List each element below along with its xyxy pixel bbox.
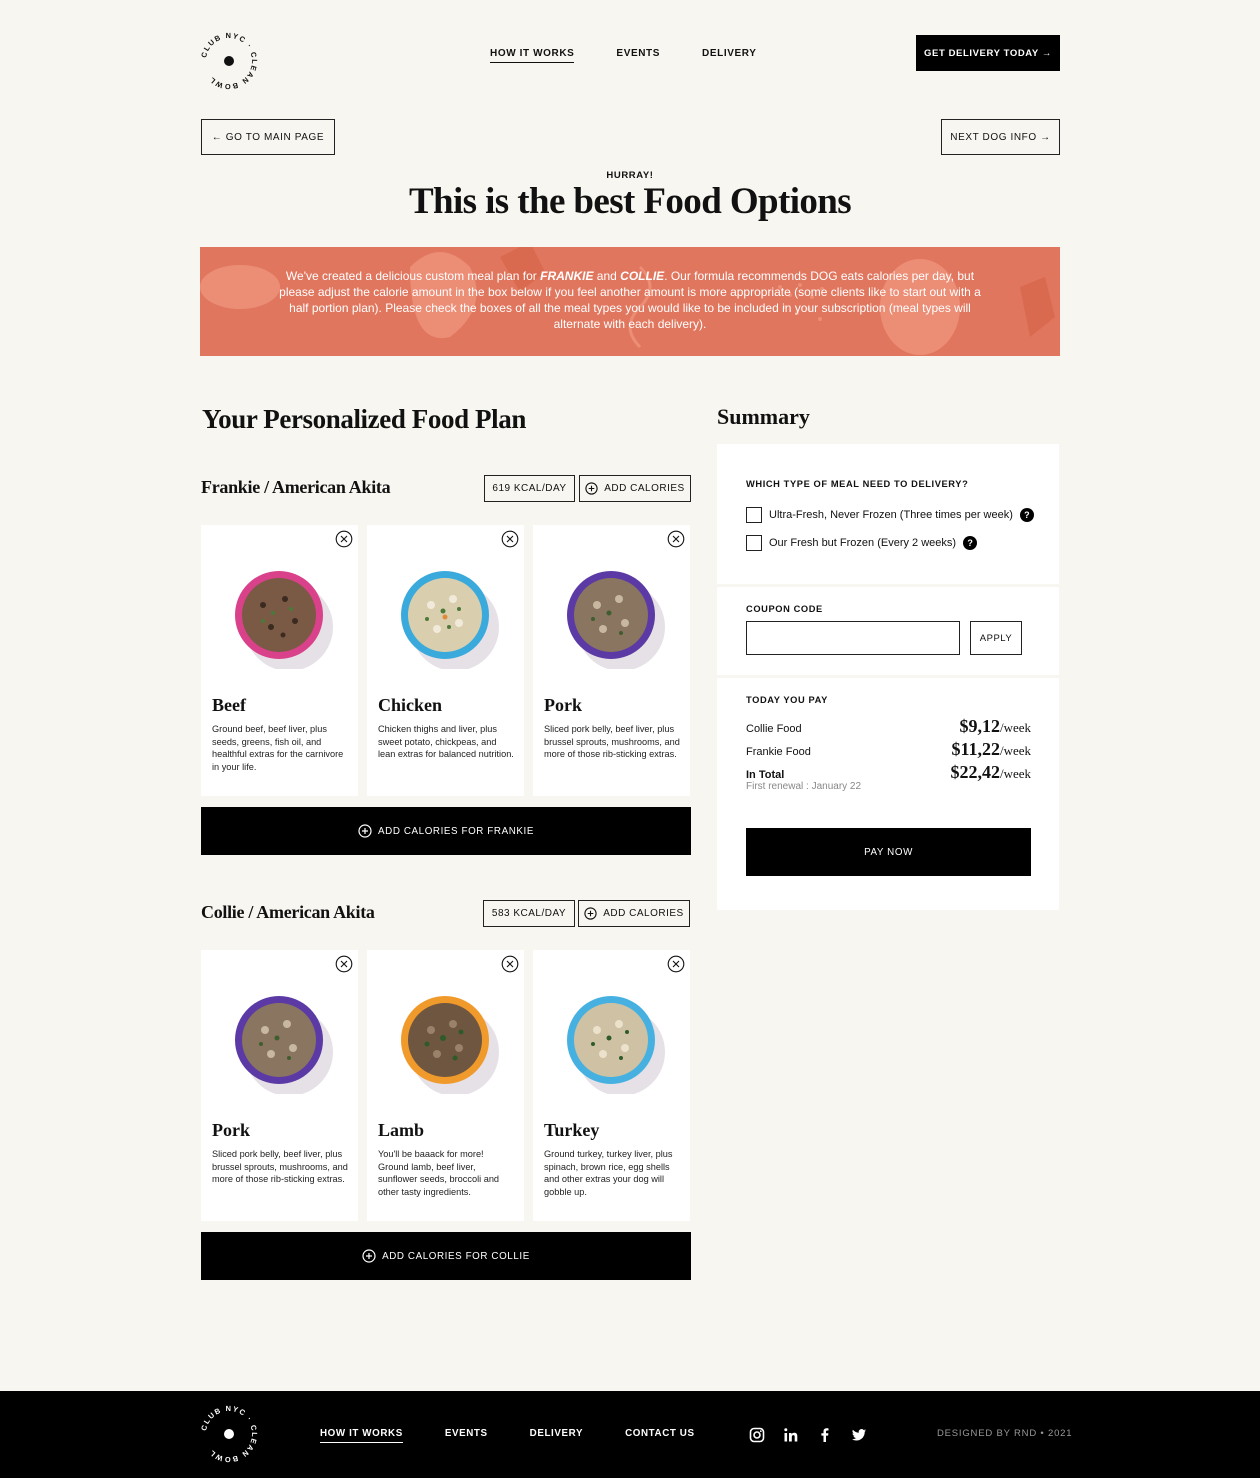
summary-title: Summary — [717, 404, 810, 429]
turkey-bowl-image — [567, 996, 665, 1094]
meal-description: You'll be baaack for more! Ground lamb, … — [378, 1149, 500, 1197]
social-links — [748, 1426, 868, 1444]
nav-delivery[interactable]: DELIVERY — [702, 48, 756, 63]
lamb-bowl-image — [401, 996, 499, 1094]
chicken-bowl-image — [401, 571, 499, 669]
meal-card[interactable]: Lamb You'll be baaack for more! Ground l… — [367, 950, 524, 1221]
footer-nav-how-it-works[interactable]: HOW IT WORKS — [320, 1428, 403, 1443]
close-icon[interactable] — [667, 530, 685, 548]
option-label: Our Fresh but Frozen (Every 2 weeks) — [769, 537, 957, 549]
meal-description: Sliced pork belly, beef liver, plus brus… — [544, 724, 680, 760]
instagram-icon[interactable] — [748, 1426, 766, 1444]
pork-bowl-image — [567, 571, 665, 669]
add-calories-collie-button[interactable]: ADD CALORIES FOR COLLIE — [201, 1232, 691, 1280]
footer-nav-contact[interactable]: CONTACT US — [625, 1428, 695, 1443]
meal-name: Pork — [544, 695, 582, 715]
price-label: Frankie Food — [746, 746, 811, 758]
logo[interactable]: CLUB NYC · CLEAN BOWL — [198, 30, 260, 92]
footer: CLUB NYC · CLEAN BOWL HOW IT WORKS EVENT… — [0, 1391, 1260, 1478]
get-delivery-button[interactable]: GET DELIVERY TODAY → — [916, 35, 1060, 71]
price-label: Collie Food — [746, 723, 802, 735]
meal-description: Ground turkey, turkey liver, plus spinac… — [544, 1149, 673, 1197]
close-icon[interactable] — [501, 955, 519, 973]
close-icon[interactable] — [667, 955, 685, 973]
meal-description: Sliced pork belly, beef liver, plus brus… — [212, 1149, 348, 1185]
plus-circle-icon — [584, 907, 597, 920]
beef-bowl-image — [235, 571, 333, 669]
meal-card[interactable]: Beef Ground beef, beef liver, plus seeds… — [201, 525, 358, 796]
plus-circle-icon — [362, 1249, 376, 1263]
price-row-frankie: Frankie Food $11,22/week — [746, 739, 1031, 760]
close-icon[interactable] — [335, 530, 353, 548]
next-dog-info-button[interactable]: NEXT DOG INFO → — [941, 119, 1060, 155]
price-value: $22,42/week — [950, 762, 1031, 782]
add-calories-frankie-button[interactable]: ADD CALORIES FOR FRANKIE — [201, 807, 691, 855]
nav-how-it-works[interactable]: HOW IT WORKS — [490, 48, 575, 63]
divider — [717, 675, 1059, 678]
meal-option-ultra-fresh[interactable]: Ultra-Fresh, Never Frozen (Three times p… — [746, 507, 1034, 523]
divider — [717, 584, 1059, 587]
nav-events[interactable]: EVENTS — [616, 48, 660, 63]
dog-name-collie: COLLIE — [620, 269, 665, 283]
checkbox[interactable] — [746, 507, 762, 523]
food-plan-title: Your Personalized Food Plan — [202, 404, 526, 434]
checkbox[interactable] — [746, 535, 762, 551]
info-banner: We've created a delicious custom meal pl… — [200, 247, 1060, 356]
banner-text: We've created a delicious custom meal pl… — [279, 269, 981, 331]
meal-name: Beef — [212, 695, 246, 715]
dog-heading: Frankie / American Akita — [201, 477, 391, 497]
add-calories-button[interactable]: ADD CALORIES — [578, 900, 690, 927]
meal-card[interactable]: Pork Sliced pork belly, beef liver, plus… — [533, 525, 690, 796]
meal-name: Turkey — [544, 1120, 600, 1140]
top-nav: HOW IT WORKS EVENTS DELIVERY — [490, 48, 757, 63]
credit-text: DESIGNED BY RND • 2021 — [937, 1428, 1073, 1439]
close-icon[interactable] — [335, 955, 353, 973]
coupon-label: COUPON CODE — [746, 604, 823, 614]
meal-type-question: WHICH TYPE OF MEAL NEED TO DELIVERY? — [746, 479, 969, 489]
footer-nav-delivery[interactable]: DELIVERY — [530, 1428, 583, 1443]
meal-option-frozen[interactable]: Our Fresh but Frozen (Every 2 weeks) ? — [746, 535, 978, 551]
twitter-icon[interactable] — [850, 1426, 868, 1444]
price-value: $9,12/week — [959, 716, 1031, 736]
footer-nav: HOW IT WORKS EVENTS DELIVERY CONTACT US — [320, 1428, 695, 1443]
price-value: $11,22/week — [951, 739, 1031, 759]
plus-circle-icon — [358, 824, 372, 838]
help-icon[interactable]: ? — [1019, 508, 1034, 522]
meal-name: Chicken — [378, 695, 443, 715]
meal-card[interactable]: Chicken Chicken thighs and liver, plus s… — [367, 525, 524, 796]
meal-card[interactable]: Turkey Ground turkey, turkey liver, plus… — [533, 950, 690, 1221]
dog-name-frankie: FRANKIE — [540, 269, 594, 283]
meal-name: Lamb — [378, 1120, 425, 1140]
linkedin-icon[interactable] — [782, 1426, 800, 1444]
plus-circle-icon — [585, 482, 598, 495]
kcal-badge[interactable]: 583 KCAL/DAY — [483, 900, 575, 927]
meal-name: Pork — [212, 1120, 250, 1140]
footer-logo[interactable]: CLUB NYC · CLEAN BOWL — [198, 1403, 260, 1465]
pork-bowl-image — [235, 996, 333, 1094]
coupon-input[interactable] — [746, 621, 960, 655]
go-to-main-page-button[interactable]: ← GO TO MAIN PAGE — [201, 119, 335, 155]
footer-nav-events[interactable]: EVENTS — [445, 1428, 488, 1443]
apply-button[interactable]: APPLY — [970, 621, 1022, 655]
renewal-note: First renewal : January 22 — [746, 781, 862, 792]
meal-description: Ground beef, beef liver, plus seeds, gre… — [212, 724, 344, 772]
pay-now-button[interactable]: PAY NOW — [746, 828, 1031, 876]
summary-panel: WHICH TYPE OF MEAL NEED TO DELIVERY? Ult… — [717, 444, 1059, 910]
today-you-pay-label: TODAY YOU PAY — [746, 695, 828, 705]
option-label: Ultra-Fresh, Never Frozen (Three times p… — [769, 509, 1013, 521]
price-row-total: In Total $22,42/week — [746, 762, 1031, 783]
price-label: In Total — [746, 769, 785, 781]
dog-heading: Collie / American Akita — [201, 902, 375, 922]
close-icon[interactable] — [501, 530, 519, 548]
facebook-icon[interactable] — [816, 1426, 834, 1444]
kcal-badge[interactable]: 619 KCAL/DAY — [484, 475, 575, 502]
price-row-collie: Collie Food $9,12/week — [746, 716, 1031, 737]
add-calories-button[interactable]: ADD CALORIES — [579, 475, 691, 502]
meal-card[interactable]: Pork Sliced pork belly, beef liver, plus… — [201, 950, 358, 1221]
help-icon[interactable]: ? — [963, 536, 978, 550]
meal-description: Chicken thighs and liver, plus sweet pot… — [378, 724, 514, 760]
page-title: This is the best Food Options — [408, 181, 852, 222]
